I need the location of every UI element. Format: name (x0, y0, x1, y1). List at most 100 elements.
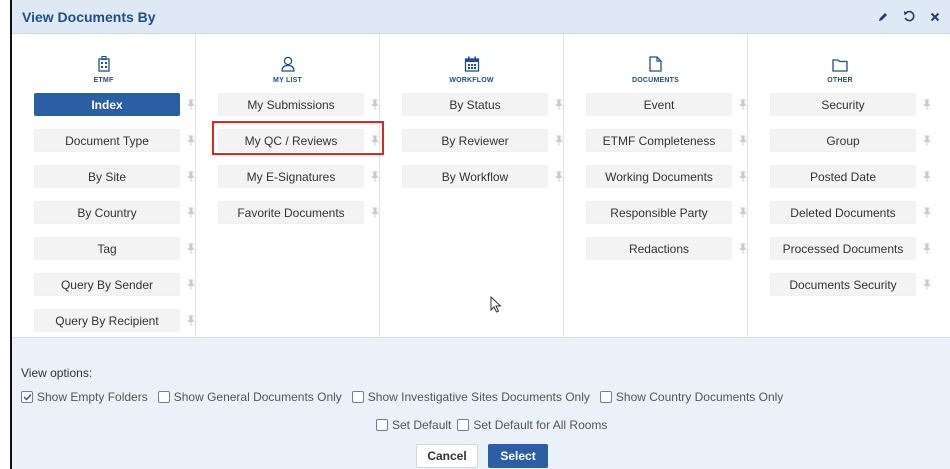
view-option-processed-documents[interactable]: Processed Documents (770, 237, 916, 260)
column-caption: DOCUMENTS (632, 77, 679, 84)
view-option-by-reviewer[interactable]: By Reviewer (402, 129, 548, 152)
view-option-my-submissions[interactable]: My Submissions (218, 93, 364, 116)
pencil-icon[interactable] (876, 10, 890, 24)
checkbox-label: Show General Documents Only (173, 390, 342, 404)
pin-icon[interactable] (554, 98, 564, 110)
view-option-event[interactable]: Event (586, 93, 732, 116)
pin-icon[interactable] (738, 206, 748, 218)
column-caption: MY LIST (273, 77, 302, 84)
checkbox-label: Show Country Documents Only (615, 390, 784, 404)
view-option-query-by-sender[interactable]: Query By Sender (34, 273, 180, 296)
pin-icon[interactable] (370, 170, 380, 182)
checkbox-box (21, 391, 33, 403)
view-option-documents-security[interactable]: Documents Security (770, 273, 916, 296)
dialog-buttons: Cancel Select (12, 444, 950, 468)
pin-icon[interactable] (738, 170, 748, 182)
pin-icon[interactable] (922, 242, 932, 254)
view-option-tag[interactable]: Tag (34, 237, 180, 260)
pin-icon[interactable] (370, 134, 380, 146)
view-option-responsible-party[interactable]: Responsible Party (586, 201, 732, 224)
checkbox-box (157, 391, 170, 403)
dialog-title: View Documents By (22, 8, 156, 25)
show-investigative-sites-documents-only-checkbox[interactable]: Show Investigative Sites Documents Only (351, 390, 590, 404)
pin-icon[interactable] (186, 314, 196, 326)
pin-icon[interactable] (554, 170, 564, 182)
checkbox-box (376, 419, 388, 431)
checkbox-label: Show Investigative Sites Documents Only (367, 390, 590, 404)
column-etmf: ETMF Index Document Type By Site By Coun… (12, 34, 196, 337)
view-option-security[interactable]: Security (770, 93, 916, 116)
title-tools (876, 10, 942, 24)
view-option-index[interactable]: Index (34, 93, 180, 116)
pin-icon[interactable] (186, 134, 196, 146)
view-option-group[interactable]: Group (770, 129, 916, 152)
column-header-my-list: MY LIST (196, 34, 379, 86)
pin-icon[interactable] (922, 206, 932, 218)
view-options-checks: Show Empty Folders Show General Document… (21, 390, 793, 404)
checkbox-box (599, 391, 612, 403)
pin-icon[interactable] (370, 98, 380, 110)
view-documents-dialog: View Documents By ETMF Index Document Ty… (10, 0, 950, 469)
user-icon (280, 56, 295, 72)
pin-icon[interactable] (738, 98, 748, 110)
pin-icon[interactable] (922, 134, 932, 146)
pin-icon[interactable] (738, 134, 748, 146)
view-option-my-e-signatures[interactable]: My E-Signatures (218, 165, 364, 188)
view-option-query-by-recipient[interactable]: Query By Recipient (34, 309, 180, 332)
view-option-by-site[interactable]: By Site (34, 165, 180, 188)
column-header-other: OTHER (748, 34, 932, 86)
column-my-list: MY LIST My Submissions My QC / Reviews M… (196, 34, 380, 337)
pin-icon[interactable] (922, 98, 932, 110)
view-option-by-country[interactable]: By Country (34, 201, 180, 224)
show-general-documents-only-checkbox[interactable]: Show General Documents Only (157, 390, 342, 404)
view-option-working-documents[interactable]: Working Documents (586, 165, 732, 188)
pin-icon[interactable] (554, 134, 564, 146)
checkbox-label: Set Default (392, 418, 452, 432)
pin-icon[interactable] (922, 278, 932, 290)
reset-icon[interactable] (902, 10, 916, 24)
checkmark-icon (22, 393, 32, 401)
calendar-icon (464, 56, 479, 72)
view-option-document-type[interactable]: Document Type (34, 129, 180, 152)
pin-icon[interactable] (186, 278, 196, 290)
pin-icon[interactable] (738, 242, 748, 254)
column-header-etmf: ETMF (12, 34, 195, 86)
default-options: Set Default Set Default for All Rooms (376, 418, 613, 432)
view-option-by-status[interactable]: By Status (402, 93, 548, 116)
dialog-titlebar: View Documents By (12, 0, 950, 34)
pin-icon[interactable] (922, 170, 932, 182)
checkbox-label: Show Empty Folders (37, 390, 148, 404)
set-default-all-rooms-checkbox[interactable]: Set Default for All Rooms (457, 418, 607, 432)
column-other: OTHER Security Group Posted Date Deleted… (748, 34, 932, 337)
pin-icon[interactable] (370, 206, 380, 218)
show-country-documents-only-checkbox[interactable]: Show Country Documents Only (599, 390, 784, 404)
select-button[interactable]: Select (488, 444, 548, 468)
pin-icon[interactable] (186, 98, 196, 110)
pin-icon[interactable] (186, 206, 196, 218)
pin-icon[interactable] (186, 170, 196, 182)
close-icon[interactable] (928, 10, 942, 24)
view-option-my-qc-reviews[interactable]: My QC / Reviews (218, 129, 364, 152)
view-options-panel: View options: Show Empty Folders Show Ge… (12, 337, 950, 469)
column-caption: ETMF (93, 77, 114, 84)
pin-icon[interactable] (186, 242, 196, 254)
set-default-checkbox[interactable]: Set Default (376, 418, 451, 432)
column-header-documents: DOCUMENTS (564, 34, 747, 86)
mouse-cursor-icon (490, 296, 502, 313)
view-option-etmf-completeness[interactable]: ETMF Completeness (586, 129, 732, 152)
view-option-redactions[interactable]: Redactions (586, 237, 732, 260)
checkbox-box (457, 419, 470, 431)
show-empty-folders-checkbox[interactable]: Show Empty Folders (21, 390, 148, 404)
view-option-posted-date[interactable]: Posted Date (770, 165, 916, 188)
view-option-deleted-documents[interactable]: Deleted Documents (770, 201, 916, 224)
column-caption: OTHER (827, 77, 853, 84)
column-header-workflow: WORKFLOW (380, 34, 563, 86)
document-icon (649, 56, 662, 72)
cancel-button[interactable]: Cancel (416, 444, 478, 468)
building-icon (97, 56, 110, 72)
view-option-by-workflow[interactable]: By Workflow (402, 165, 548, 188)
view-options-label: View options: (21, 366, 93, 380)
checkbox-box (351, 391, 364, 403)
column-workflow: WORKFLOW By Status By Reviewer By Workfl… (380, 34, 564, 337)
view-option-favorite-documents[interactable]: Favorite Documents (218, 201, 364, 224)
